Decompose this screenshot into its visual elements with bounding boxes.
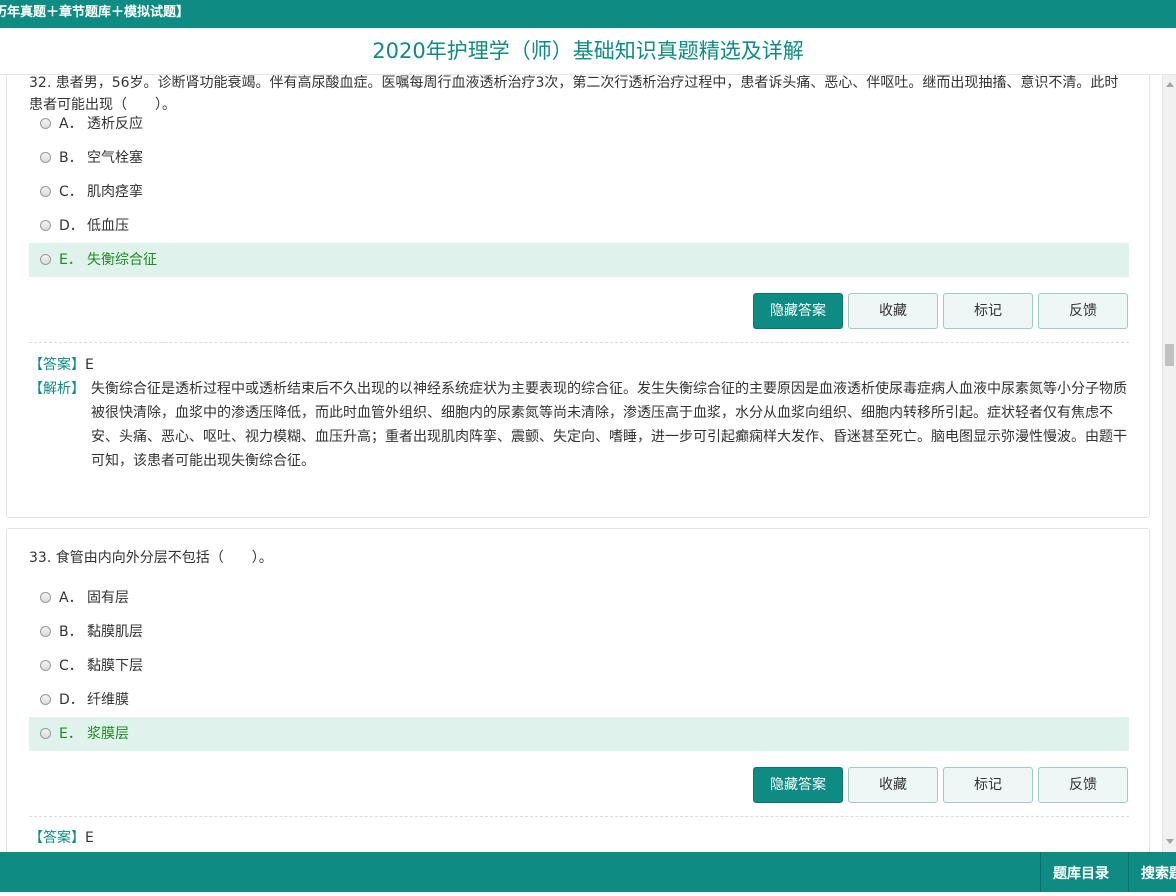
option-text: 浆膜层: [87, 726, 129, 742]
answer-tag: 【答案】: [29, 830, 85, 846]
answer-line: 【答案】E: [29, 353, 1129, 377]
option-e-correct[interactable]: E． 失衡综合征: [29, 243, 1129, 277]
option-text: 固有层: [87, 590, 129, 606]
option-e-correct[interactable]: E． 浆膜层: [29, 717, 1129, 751]
option-text: 空气栓塞: [87, 150, 143, 166]
option-c[interactable]: C． 黏膜下层: [29, 649, 1129, 683]
option-letter: B．: [59, 624, 83, 640]
option-letter: D．: [59, 692, 84, 708]
option-text: 肌肉痉挛: [87, 184, 143, 200]
hide-answer-button[interactable]: 隐藏答案: [753, 293, 843, 329]
radio-button[interactable]: [40, 626, 51, 637]
analysis-text: 失衡综合征是透析过程中或透析结束后不久出现的以神经系统症状为主要表现的综合征。发…: [91, 381, 1127, 469]
feedback-button[interactable]: 反馈: [1038, 293, 1128, 329]
option-letter: D．: [59, 218, 84, 234]
option-b[interactable]: B． 黏膜肌层: [29, 615, 1129, 649]
catalog-link[interactable]: 题库目录: [1040, 852, 1128, 892]
option-letter: A．: [59, 590, 83, 606]
option-text: 低血压: [87, 218, 129, 234]
radio-button[interactable]: [40, 254, 51, 265]
radio-button[interactable]: [40, 186, 51, 197]
analysis-tag: 【解析】: [29, 381, 85, 397]
option-a[interactable]: A． 固有层: [29, 581, 1129, 615]
option-letter: E．: [59, 252, 82, 268]
question-stem: 33. 食管由内向外分层不包括（ ）。: [29, 550, 273, 566]
answer-value: E: [85, 357, 94, 373]
scroll-up-arrow-icon[interactable]: [1166, 82, 1174, 87]
scroll-thumb[interactable]: [1165, 344, 1174, 366]
option-b[interactable]: B． 空气栓塞: [29, 141, 1129, 175]
question-list: 32. 患者男，56岁。诊断肾功能衰竭。伴有高尿酸血症。医嘱每周行血液透析治疗3…: [0, 74, 1162, 852]
option-a[interactable]: A． 透析反应: [29, 107, 1129, 141]
page-title: 2020年护理学（师）基础知识真题精选及详解: [0, 28, 1176, 75]
option-text: 失衡综合征: [87, 252, 157, 268]
radio-button[interactable]: [40, 592, 51, 603]
search-link[interactable]: 搜索题: [1128, 852, 1176, 892]
feedback-button[interactable]: 反馈: [1038, 767, 1128, 803]
option-c[interactable]: C． 肌肉痉挛: [29, 175, 1129, 209]
radio-button[interactable]: [40, 118, 51, 129]
option-text: 黏膜下层: [87, 658, 143, 674]
option-text: 透析反应: [87, 116, 143, 132]
option-letter: C．: [59, 658, 83, 674]
mark-button[interactable]: 标记: [943, 293, 1033, 329]
option-letter: B．: [59, 150, 83, 166]
answer-tag: 【答案】: [29, 357, 85, 373]
top-banner: 历年真题＋章节题库＋模拟试题】: [0, 0, 1176, 28]
favorite-button[interactable]: 收藏: [848, 767, 938, 803]
question-card: 33. 食管由内向外分层不包括（ ）。 A． 固有层 B． 黏膜肌层 C． 黏膜…: [6, 528, 1150, 852]
option-letter: A．: [59, 116, 83, 132]
answer-line: 【答案】E: [29, 826, 1129, 850]
radio-button[interactable]: [40, 694, 51, 705]
answer-divider: [29, 342, 1129, 343]
vertical-scrollbar[interactable]: [1162, 74, 1176, 852]
analysis-block: 【解析】 失衡综合征是透析过程中或透析结束后不久出现的以神经系统症状为主要表现的…: [29, 377, 1129, 469]
option-letter: C．: [59, 184, 83, 200]
option-d[interactable]: D． 低血压: [29, 209, 1129, 243]
favorite-button[interactable]: 收藏: [848, 293, 938, 329]
top-banner-text: 历年真题＋章节题库＋模拟试题】: [0, 5, 190, 20]
option-text: 黏膜肌层: [87, 624, 143, 640]
radio-button[interactable]: [40, 660, 51, 671]
radio-button[interactable]: [40, 152, 51, 163]
bottom-nav-bar: 题库目录 搜索题: [0, 852, 1176, 892]
option-d[interactable]: D． 纤维膜: [29, 683, 1129, 717]
hide-answer-button[interactable]: 隐藏答案: [753, 767, 843, 803]
radio-button[interactable]: [40, 220, 51, 231]
option-text: 纤维膜: [87, 692, 129, 708]
scroll-down-arrow-icon[interactable]: [1166, 839, 1174, 844]
mark-button[interactable]: 标记: [943, 767, 1033, 803]
option-letter: E．: [59, 726, 82, 742]
question-card: 32. 患者男，56岁。诊断肾功能衰竭。伴有高尿酸血症。医嘱每周行血液透析治疗3…: [6, 74, 1150, 518]
answer-value: E: [85, 830, 94, 846]
radio-button[interactable]: [40, 728, 51, 739]
answer-divider: [29, 816, 1129, 817]
